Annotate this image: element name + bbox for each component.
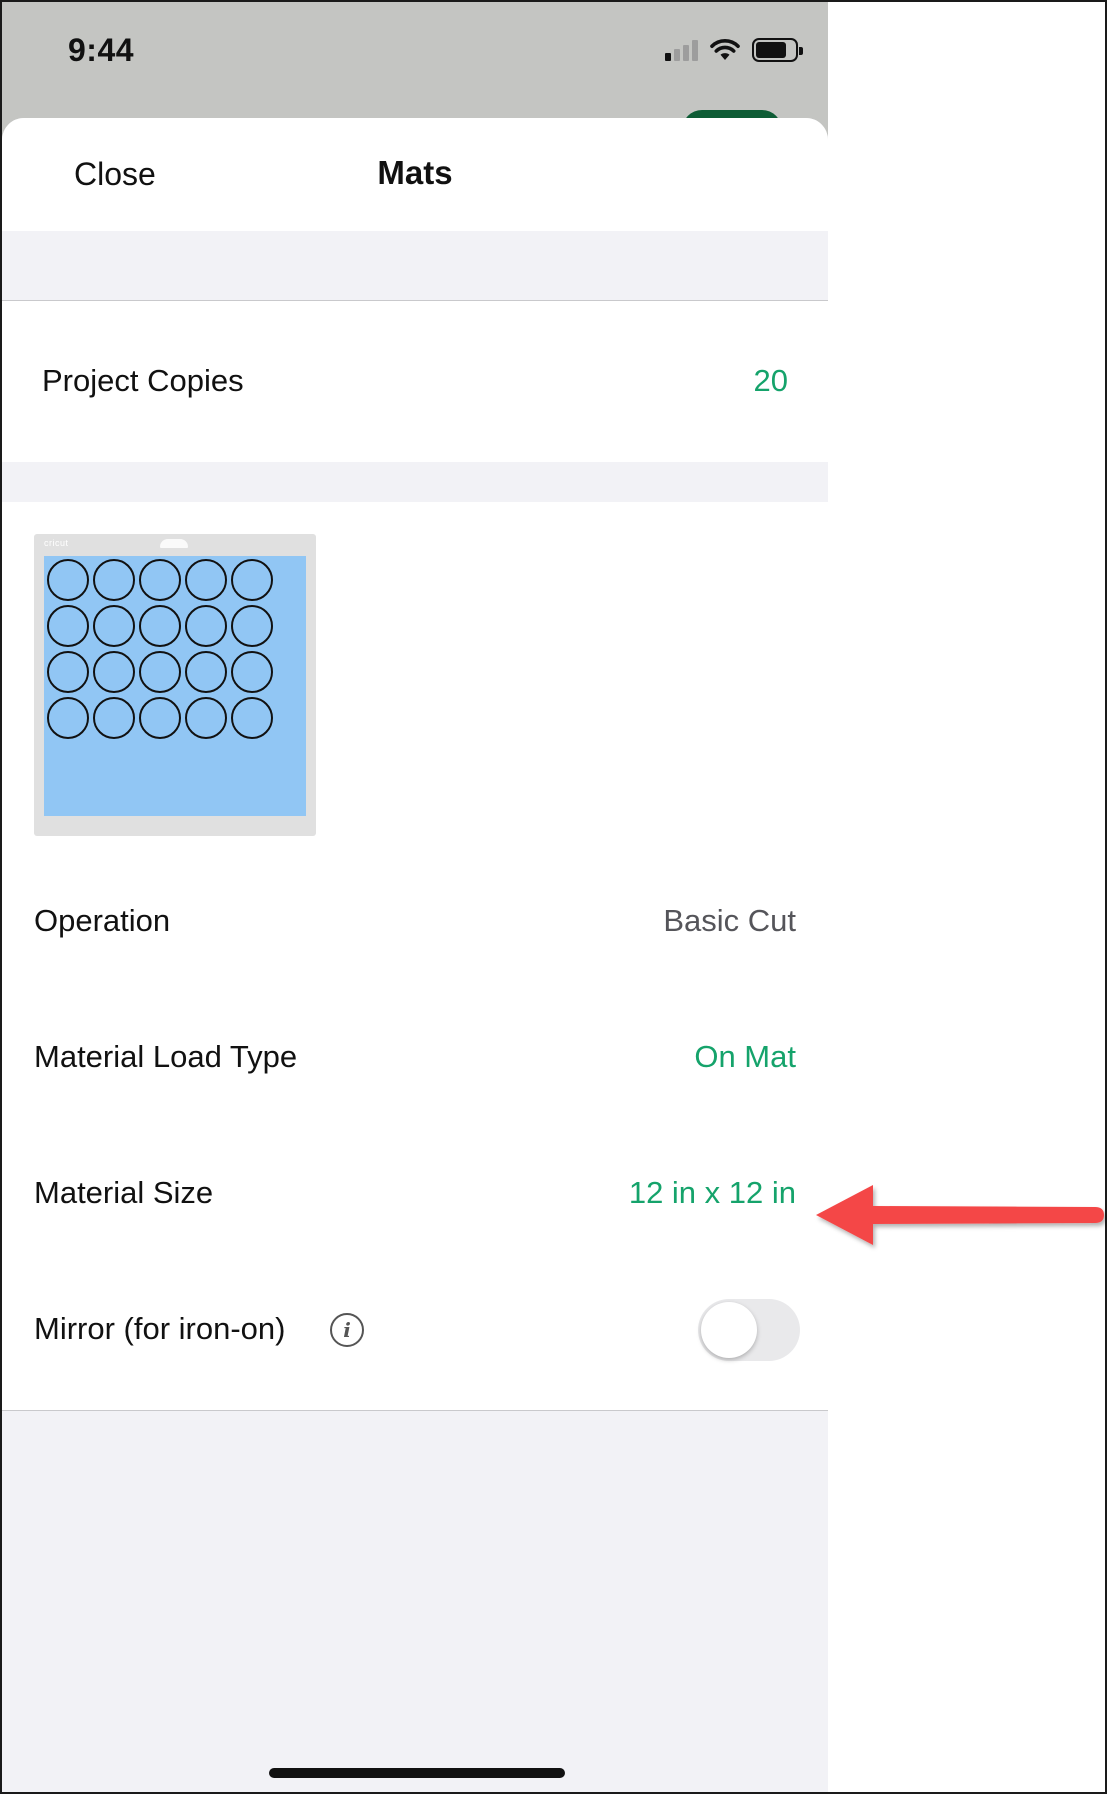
mat-cut-circle [93, 605, 135, 647]
mat-cut-circle [47, 605, 89, 647]
arrow-annotation-icon [816, 1185, 1104, 1245]
mat-cut-circle [231, 651, 273, 693]
battery-icon [752, 38, 803, 62]
mat-cut-circle [93, 559, 135, 601]
mat-preview[interactable]: cricut [34, 534, 316, 836]
mat-cut-circle [185, 559, 227, 601]
mirror-row: Mirror (for iron-on) i [2, 1285, 828, 1375]
status-time: 9:44 [68, 32, 135, 68]
mirror-toggle-knob [701, 1302, 757, 1358]
mat-cut-circle [231, 605, 273, 647]
material-load-type-value[interactable]: On Mat [694, 1039, 796, 1075]
mat-cut-circle [185, 697, 227, 739]
sheet-header: Close Mats [2, 118, 828, 231]
mat-cut-circle [185, 605, 227, 647]
sheet-title: Mats [377, 154, 453, 191]
material-size-row[interactable]: Material Size 12 in x 12 in [2, 1149, 828, 1239]
operation-label: Operation [34, 903, 171, 938]
mat-cut-circle [47, 559, 89, 601]
project-copies-value[interactable]: 20 [754, 363, 788, 399]
mirror-label: Mirror (for iron-on) [34, 1311, 286, 1346]
project-copies-label: Project Copies [42, 363, 244, 398]
mat-cut-circle [139, 651, 181, 693]
wifi-icon [710, 39, 740, 60]
mat-cut-circle [93, 697, 135, 739]
material-load-type-row[interactable]: Material Load Type On Mat [2, 1013, 828, 1103]
mat-cut-circle [185, 651, 227, 693]
mat-settings-section: cricut Operation Basic Cut Material Load… [2, 502, 828, 1411]
project-copies-row[interactable]: Project Copies 20 [2, 300, 828, 462]
mat-cut-circle [47, 651, 89, 693]
mat-cut-circle [93, 651, 135, 693]
material-size-label: Material Size [34, 1175, 214, 1210]
operation-row[interactable]: Operation Basic Cut [2, 877, 828, 967]
mat-cut-circle [47, 697, 89, 739]
material-load-type-label: Material Load Type [34, 1039, 298, 1074]
mat-logo: cricut [44, 538, 69, 548]
info-icon[interactable]: i [330, 1313, 364, 1347]
mat-cut-circle [139, 605, 181, 647]
mat-cut-circle [139, 559, 181, 601]
mat-handle [160, 539, 188, 548]
mat-cutting-area [44, 556, 306, 816]
phone-screen: 9:44 Close Mats Project Copies 20 cricut [2, 2, 828, 1792]
status-icons [665, 38, 803, 62]
cellular-signal-icon [665, 39, 698, 61]
mats-sheet: Close Mats Project Copies 20 cricut Oper… [2, 118, 828, 1792]
mat-cut-circle [231, 697, 273, 739]
material-size-value[interactable]: 12 in x 12 in [629, 1175, 796, 1211]
operation-value: Basic Cut [663, 903, 796, 938]
home-indicator [269, 1768, 565, 1778]
mirror-toggle[interactable] [698, 1299, 800, 1361]
mat-cut-circle [231, 559, 273, 601]
mat-cut-circle [139, 697, 181, 739]
